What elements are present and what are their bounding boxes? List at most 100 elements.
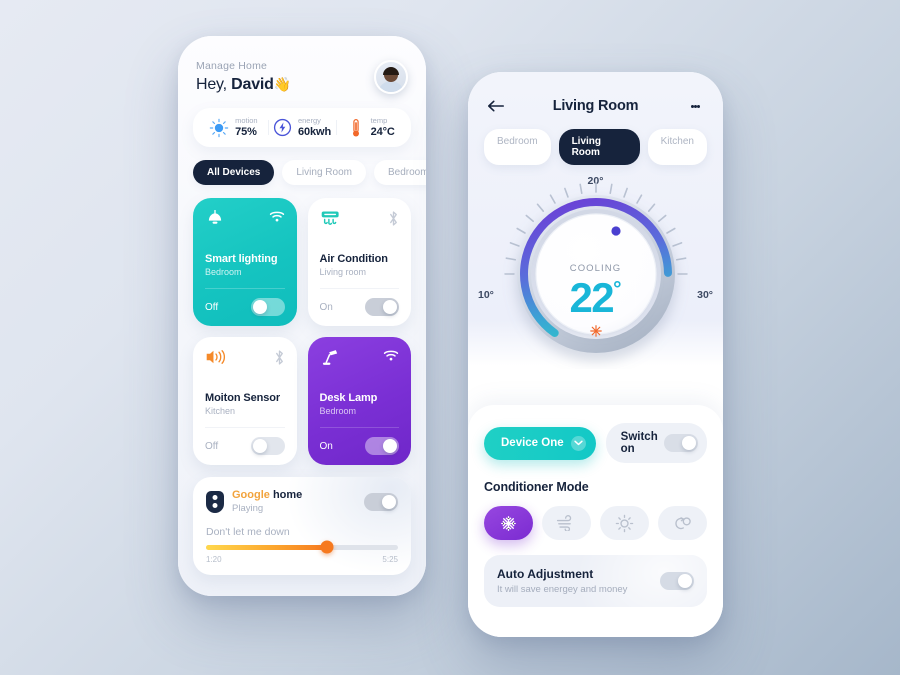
avatar-body-shape xyxy=(378,81,404,92)
device-state: Off xyxy=(205,301,219,313)
greeting-name: David xyxy=(231,76,274,93)
app-canvas: Manage Home Hey, David👋 motion 75% energ… xyxy=(0,0,900,675)
thermostat-value-row: 22° xyxy=(536,277,656,319)
snowflake-icon xyxy=(501,515,516,531)
device-room: Living room xyxy=(319,267,367,278)
greeting-block: Manage Home Hey, David👋 xyxy=(196,60,291,94)
switch-on-label: Switch on xyxy=(620,431,658,455)
device-toggle[interactable] xyxy=(365,437,399,456)
player-progress-handle[interactable] xyxy=(320,540,334,554)
page-title: Living Room xyxy=(552,98,639,114)
room-tab-living-room[interactable]: Living Room xyxy=(558,129,640,165)
device-control-row: Device One Switch on xyxy=(484,423,707,463)
player-brand-google: Google xyxy=(232,489,270,502)
chevron-down-icon xyxy=(570,435,586,451)
home-stats-card: motion 75% energy 60kwh temp 24°C xyxy=(193,108,411,148)
stat-energy-text: energy 60kwh xyxy=(297,116,331,138)
sun-dry-icon xyxy=(615,514,634,532)
thermostat-readout: COOLING 22° xyxy=(536,263,656,343)
manage-home-label: Manage Home xyxy=(196,60,268,72)
device-selector-label: Device One xyxy=(501,437,564,449)
device-card-top xyxy=(320,210,400,232)
thermostat-label-min: 10° xyxy=(478,289,494,301)
device-card-footer: On xyxy=(319,427,399,456)
device-card-info: Air Condition Living room xyxy=(320,253,400,277)
greeting-prefix: Hey, xyxy=(196,76,232,93)
device-card-air-condition[interactable]: Air Condition Living room On xyxy=(307,198,411,327)
thermometer-icon xyxy=(352,118,359,137)
player-times: 1:20 5:25 xyxy=(206,555,398,564)
player-progress-track[interactable] xyxy=(206,540,398,554)
device-card-info: Smart lighting Bedroom xyxy=(205,253,285,277)
device-card-motion-sensor[interactable]: Moiton Sensor Kitchen Off xyxy=(193,337,297,466)
desk-lamp-icon xyxy=(322,350,337,366)
tab-living-room[interactable]: Living Room xyxy=(282,160,366,186)
player-brand-home: home xyxy=(272,489,303,502)
avatar[interactable] xyxy=(374,60,408,94)
thermostat-value: 22 xyxy=(569,274,614,321)
device-selector-button[interactable]: Device One xyxy=(484,426,596,460)
room-header: Living Room xyxy=(468,72,723,114)
back-button[interactable] xyxy=(486,99,506,113)
switch-on-toggle[interactable] xyxy=(664,434,698,452)
motion-sensor-icon xyxy=(206,350,226,365)
wifi-icon xyxy=(383,350,399,361)
arrow-left-icon xyxy=(487,100,505,112)
auto-cycle-icon xyxy=(675,516,691,529)
motion-sun-icon xyxy=(209,118,229,137)
room-tabs: Bedroom Living Room Kitchen xyxy=(468,129,723,165)
mode-cool-button[interactable] xyxy=(484,506,533,540)
tab-bedroom[interactable]: Bedroom xyxy=(373,160,426,186)
device-toggle[interactable] xyxy=(365,298,399,317)
device-name: Desk Lamp xyxy=(319,392,378,405)
device-toggle[interactable] xyxy=(250,298,285,317)
phone-home-screen: Manage Home Hey, David👋 motion 75% energ… xyxy=(178,36,426,596)
room-tab-kitchen[interactable]: Kitchen xyxy=(647,129,707,165)
mode-dry-button[interactable] xyxy=(600,506,649,540)
mode-fan-button[interactable] xyxy=(542,506,591,540)
home-header: Manage Home Hey, David👋 xyxy=(178,36,426,94)
stat-energy-label: energy xyxy=(297,116,321,125)
stat-temp-text: temp 24°C xyxy=(370,116,395,138)
thermostat-label-max: 30° xyxy=(697,289,713,301)
device-card-top xyxy=(320,349,400,371)
stat-motion: motion 75% xyxy=(199,116,268,138)
stat-motion-label: motion xyxy=(235,116,258,125)
device-card-footer: Off xyxy=(205,427,285,456)
auto-adjustment-toggle[interactable] xyxy=(660,572,694,590)
thermostat-mode-label: COOLING xyxy=(569,263,622,274)
fan-wind-icon xyxy=(556,515,572,531)
device-room: Kitchen xyxy=(205,406,236,417)
player-toggle[interactable] xyxy=(364,493,398,512)
auto-adjustment-text: Auto Adjustment It will save energey and… xyxy=(497,567,627,595)
mode-auto-button[interactable] xyxy=(658,506,707,540)
device-card-smart-lighting[interactable]: Smart lighting Bedroom Off xyxy=(193,198,297,327)
auto-adjustment-title: Auto Adjustment xyxy=(497,567,594,581)
device-card-desk-lamp[interactable]: Desk Lamp Bedroom On xyxy=(307,337,411,466)
auto-adjustment-subtitle: It will save energey and money xyxy=(497,584,628,595)
greeting-text: Hey, David👋 xyxy=(196,76,291,94)
device-card-top xyxy=(205,349,285,371)
thermostat-degree-symbol: ° xyxy=(613,278,622,301)
device-toggle[interactable] xyxy=(250,437,285,456)
thermostat-section: 20° 10° 30° COOLING 22° xyxy=(468,171,723,383)
device-card-footer: On xyxy=(319,288,399,317)
media-player-card: Google home Playing Don't let me down 1:… xyxy=(193,477,411,575)
stat-temp-label: temp xyxy=(370,116,388,125)
device-name: Moiton Sensor xyxy=(205,392,281,405)
player-header: Google home Playing xyxy=(206,489,398,515)
wifi-icon xyxy=(269,211,284,222)
stat-temp-value: 24°C xyxy=(370,125,395,138)
more-vertical-icon[interactable] xyxy=(685,103,705,109)
tab-all-devices[interactable]: All Devices xyxy=(193,160,275,186)
switch-on-control[interactable]: Switch on xyxy=(605,423,707,463)
room-tab-bedroom[interactable]: Bedroom xyxy=(484,129,551,165)
auto-adjustment-card[interactable]: Auto Adjustment It will save energey and… xyxy=(484,555,707,607)
device-room: Bedroom xyxy=(319,406,357,417)
wave-emoji-icon: 👋 xyxy=(273,76,291,92)
player-brand-block: Google home Playing xyxy=(232,489,302,515)
google-home-speaker-icon xyxy=(206,491,224,514)
device-card-info: Desk Lamp Bedroom xyxy=(320,392,400,416)
room-filter-tabs: All Devices Living Room Bedroom Kitchen xyxy=(178,160,426,186)
device-state: On xyxy=(319,301,333,313)
